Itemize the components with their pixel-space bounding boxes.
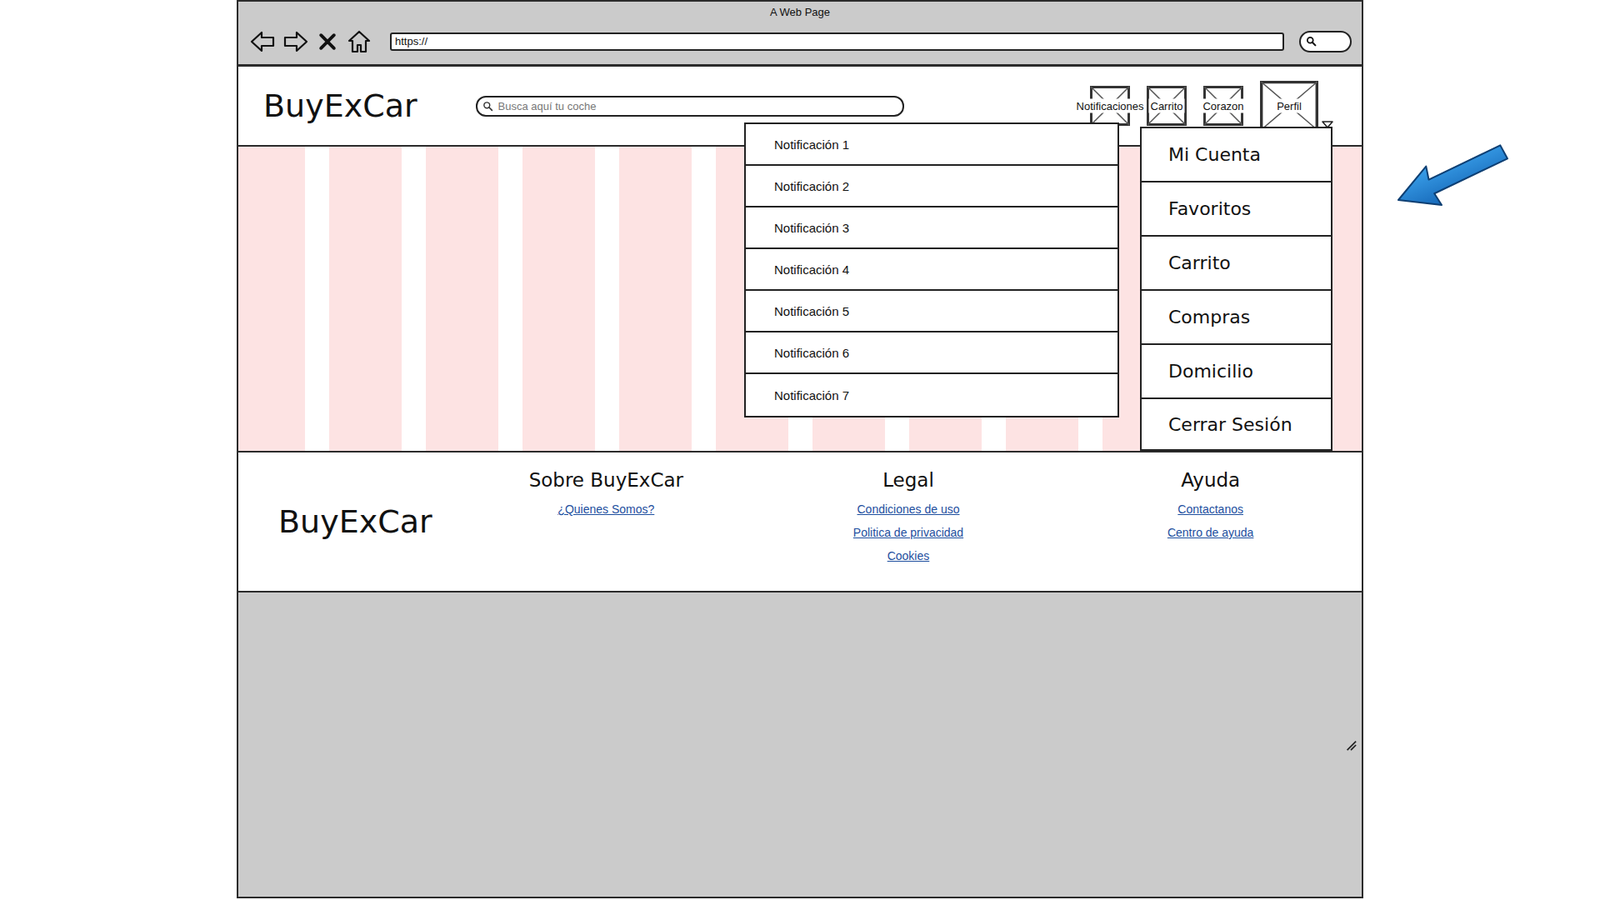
footer-link[interactable]: Contactanos [1177,502,1244,516]
notification-item[interactable]: Notificación 7 [745,374,1118,416]
profile-menu-item[interactable]: Favoritos [1141,182,1331,237]
header-icon-button[interactable]: Corazon [1203,85,1244,126]
resize-grip-icon[interactable] [1345,739,1357,751]
browser-chrome: A Web Page [238,1,1362,67]
profile-menu-item[interactable]: Mi Cuenta [1141,128,1331,183]
footer-link[interactable]: Cookies [887,549,930,563]
header-icons: Notificaciones Carrito Corazon Perfil [1090,80,1334,131]
profile-menu-item[interactable]: Domicilio [1141,345,1331,400]
browser-window: A Web PageBuyExCarNotificacionesCarritoC… [236,0,1364,899]
window-title: A Web Page [238,1,1362,22]
browser-search-button[interactable] [1299,30,1352,53]
footer-column: Legal Condiciones de uso Politica de priva… [757,469,1060,563]
header-icon-label: Corazon [1200,99,1245,114]
notification-item[interactable]: Notificación 1 [745,124,1118,166]
footer-column-title: Ayuda [1180,469,1240,491]
stop-icon[interactable] [316,30,339,53]
header-icon-button[interactable]: Notificaciones [1090,85,1130,126]
profile-dropdown: Mi CuentaFavoritosCarritoComprasDomicili… [1140,126,1333,451]
home-icon[interactable] [346,29,372,55]
notification-item[interactable]: Notificación 3 [745,207,1118,250]
magnifier-icon [1305,35,1317,47]
header-icon-label: Perfil [1275,99,1304,114]
magnifier-icon [482,100,494,112]
footer-column-title: Sobre BuyExCar [529,469,684,491]
forward-arrow-icon[interactable] [283,29,309,55]
footer-column: Ayuda Contactanos Centro de ayuda [1059,469,1362,540]
back-arrow-icon[interactable] [250,29,275,55]
notification-item[interactable]: Notificación 2 [745,165,1118,208]
footer-column-title: Legal [882,469,935,491]
footer-link[interactable]: ¿Quienes Somos? [557,502,655,516]
header-icon-label: Carrito [1148,99,1185,114]
notification-item[interactable]: Notificación 5 [745,290,1118,333]
footer-link[interactable]: Condiciones de uso [857,502,960,516]
search-field[interactable] [475,95,905,117]
notifications-dropdown: Notificación 1Notificación 2Notificación… [744,122,1120,418]
nav-bar [238,21,1362,65]
profile-menu-item[interactable]: Compras [1141,290,1331,345]
header-icon-button[interactable]: Perfil [1260,80,1319,131]
search-input[interactable] [496,99,898,114]
screen: A Web PageBuyExCarNotificacionesCarritoC… [0,0,1600,900]
url-field[interactable] [390,32,1285,51]
profile-menu-item[interactable]: Cerrar Sesión [1141,399,1331,450]
notification-item[interactable]: Notificación 6 [745,332,1118,375]
profile-menu-item[interactable]: Carrito [1141,236,1331,291]
annotation-arrow-icon [1390,133,1524,225]
footer-column: Sobre BuyExCar ¿Quienes Somos? [455,469,758,516]
logo[interactable]: BuyExCar [263,87,418,125]
browser-status-bar [238,592,1362,897]
footer-link[interactable]: Centro de ayuda [1167,525,1255,540]
notification-item[interactable]: Notificación 4 [745,249,1118,291]
footer-link[interactable]: Politica de privacidad [853,525,964,540]
header-icon-button[interactable]: Carrito [1146,85,1187,126]
footer-logo[interactable]: BuyExCar [278,503,455,540]
header-icon-label: Notificaciones [1075,99,1146,114]
site-footer: BuyExCar Sobre BuyExCar ¿Quienes Somos? Leg… [238,450,1362,593]
